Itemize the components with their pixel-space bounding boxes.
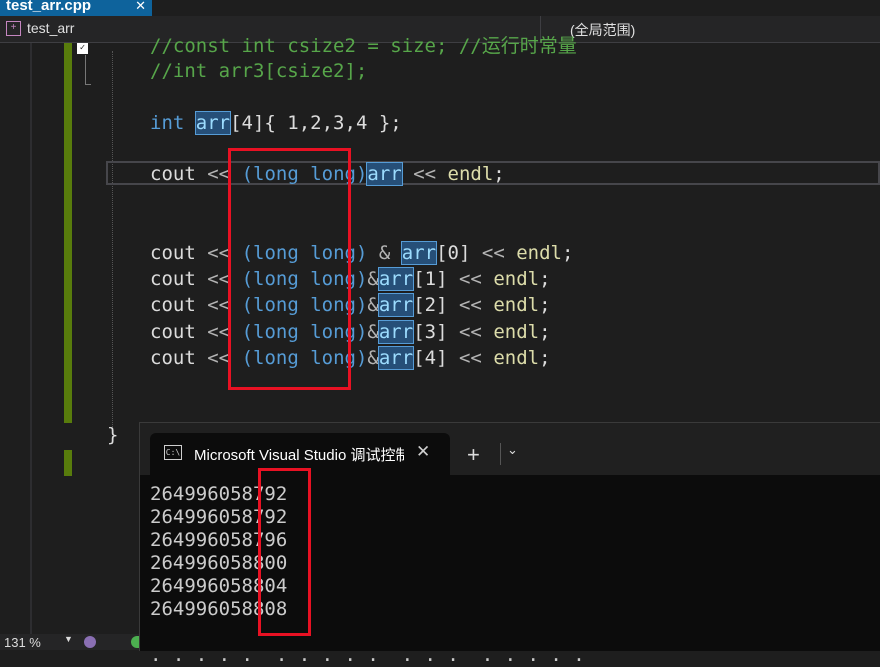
identifier-arr: arr — [377, 267, 415, 291]
identifier-arr: arr — [194, 111, 232, 135]
operator-address-of: & — [367, 347, 379, 369]
semicolon: ; — [561, 242, 574, 264]
operator-shift: << — [458, 294, 482, 316]
zoom-dropdown-icon[interactable]: ▼ — [64, 634, 73, 644]
operator-shift: << — [207, 347, 231, 369]
status-bar: 131 % ▼ — [0, 634, 139, 650]
titlebar-divider — [500, 443, 501, 465]
identifier-endl: endl — [516, 242, 562, 264]
identifier-arr: arr — [377, 293, 415, 317]
identifier-endl: endl — [493, 347, 540, 369]
code-line-declaration: int arr[4]{ 1,2,3,4 }; — [150, 110, 402, 136]
fold-toggle-icon[interactable]: ✓ — [77, 43, 88, 54]
file-tab-test-arr[interactable]: test_arr.cpp ✕ — [0, 0, 152, 16]
closing-brace: } — [107, 424, 119, 446]
identifier-cout: cout — [150, 321, 196, 343]
identifier-cout: cout — [150, 163, 196, 185]
operator-shift: << — [481, 242, 505, 264]
semicolon: ; — [539, 268, 551, 290]
terminal-tab-title: Microsoft Visual Studio 调试控制台 — [194, 447, 404, 464]
array-index: [2] — [413, 294, 448, 316]
terminal-cutoff-line: . . . . . . . . . . . . . . . . . . — [150, 644, 585, 666]
identifier-endl: endl — [493, 321, 540, 343]
operator-shift: << — [207, 163, 231, 185]
identifier-arr: arr — [400, 241, 438, 265]
array-index: [0] — [436, 242, 471, 264]
identifier-endl: endl — [493, 268, 540, 290]
identifier-cout: cout — [150, 268, 196, 290]
semicolon: ; — [539, 321, 551, 343]
operator-address-of: & — [367, 268, 379, 290]
operator-address-of: & — [367, 321, 379, 343]
change-indicator-bar — [64, 43, 72, 423]
indent-guide — [112, 51, 113, 443]
operator-shift: << — [413, 163, 437, 185]
project-name: test_arr — [27, 20, 75, 36]
console-icon: C:\ — [164, 445, 182, 460]
close-icon[interactable]: ✕ — [135, 0, 146, 12]
identifier-endl: endl — [493, 294, 540, 316]
identifier-cout: cout — [150, 347, 196, 369]
identifier-cout: cout — [150, 294, 196, 316]
keyword-int: int — [150, 112, 185, 134]
operator-shift: << — [207, 242, 231, 264]
scope-dropdown[interactable]: (全局范围) — [570, 20, 635, 40]
array-index: [4] — [413, 347, 448, 369]
operator-shift: << — [458, 347, 482, 369]
identifier-arr: arr — [377, 346, 415, 370]
zoom-level[interactable]: 131 % — [4, 635, 41, 650]
identifier-endl: endl — [447, 163, 494, 185]
copilot-icon[interactable] — [84, 636, 96, 648]
identifier-cout: cout — [150, 242, 196, 264]
operator-shift: << — [207, 268, 231, 290]
operator-shift: << — [458, 268, 482, 290]
array-index: [3] — [413, 321, 448, 343]
semicolon: ; — [539, 294, 551, 316]
operator-address-of: & — [367, 294, 379, 316]
project-dropdown[interactable]: + test_arr — [6, 20, 74, 36]
operator-shift: << — [458, 321, 482, 343]
fold-guide — [85, 55, 86, 85]
operator-address-of: & — [378, 242, 391, 264]
array-index: [1] — [413, 268, 448, 290]
highlight-box-cast — [228, 148, 351, 390]
semicolon: ; — [539, 347, 551, 369]
change-indicator-bar — [64, 450, 72, 476]
health-status-icon[interactable] — [131, 636, 139, 648]
highlight-box-digits — [258, 468, 311, 636]
operator-shift: << — [207, 321, 231, 343]
editor-margin — [30, 43, 32, 650]
identifier-arr: arr — [366, 162, 403, 186]
operator-shift: << — [207, 294, 231, 316]
fold-guide-tick — [85, 84, 91, 85]
declaration-rest: [4]{ 1,2,3,4 }; — [230, 112, 402, 134]
new-tab-button[interactable]: + — [467, 442, 480, 468]
code-comment-line: //int arr3[csize2]; — [150, 60, 368, 82]
code-line-cout-address: cout << (long long) & arr[0] << endl; — [150, 240, 573, 266]
identifier-arr: arr — [377, 320, 415, 344]
document-tab-strip: test_arr.cpp ✕ — [0, 0, 880, 16]
close-icon[interactable]: ✕ — [416, 442, 430, 462]
chevron-down-icon[interactable]: ⌄ — [507, 443, 518, 458]
file-tab-label: test_arr.cpp — [6, 0, 92, 14]
terminal-titlebar: C:\ Microsoft Visual Studio 调试控制台 ✕ + ⌄ — [140, 423, 880, 475]
project-icon: + — [6, 20, 21, 36]
semicolon: ; — [493, 163, 505, 185]
debug-console-window[interactable]: C:\ Microsoft Visual Studio 调试控制台 ✕ + ⌄ … — [139, 422, 880, 666]
code-comment-line: //const int csize2 = size; //运行时常量 — [150, 35, 577, 57]
